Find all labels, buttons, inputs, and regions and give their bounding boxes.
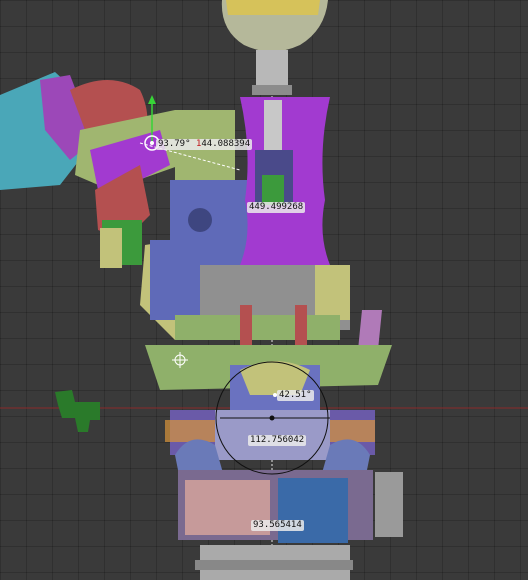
- neck-collar[interactable]: [252, 85, 292, 95]
- elbow-yellow-block[interactable]: [100, 228, 122, 268]
- thigh-side-gray[interactable]: [375, 472, 403, 537]
- thigh-right-blue[interactable]: [278, 478, 348, 543]
- angle-top-label: 93.79° 144.088394: [156, 139, 253, 150]
- rib-red-right[interactable]: [295, 305, 307, 345]
- torso-side-right[interactable]: [315, 265, 350, 320]
- rib-red-left[interactable]: [240, 305, 252, 345]
- base-bar[interactable]: [195, 560, 353, 570]
- center-length-label: 112.756042: [248, 435, 307, 446]
- torso-hole: [188, 208, 212, 232]
- floating-green-part[interactable]: [55, 390, 100, 432]
- head-band-part[interactable]: [226, 0, 320, 15]
- rib-green[interactable]: [175, 315, 340, 340]
- center-angle-label: 42.51°: [277, 390, 314, 401]
- torso-length-label: 449.499268: [247, 202, 306, 213]
- measure-center-dot: [269, 415, 275, 421]
- robot-model[interactable]: [0, 0, 528, 580]
- 3d-viewport[interactable]: 93.79° 144.088394 449.499268 42.51° 112.…: [0, 0, 528, 580]
- bottom-length-label: 93.565414: [251, 520, 304, 531]
- chest-motor-green[interactable]: [262, 175, 284, 205]
